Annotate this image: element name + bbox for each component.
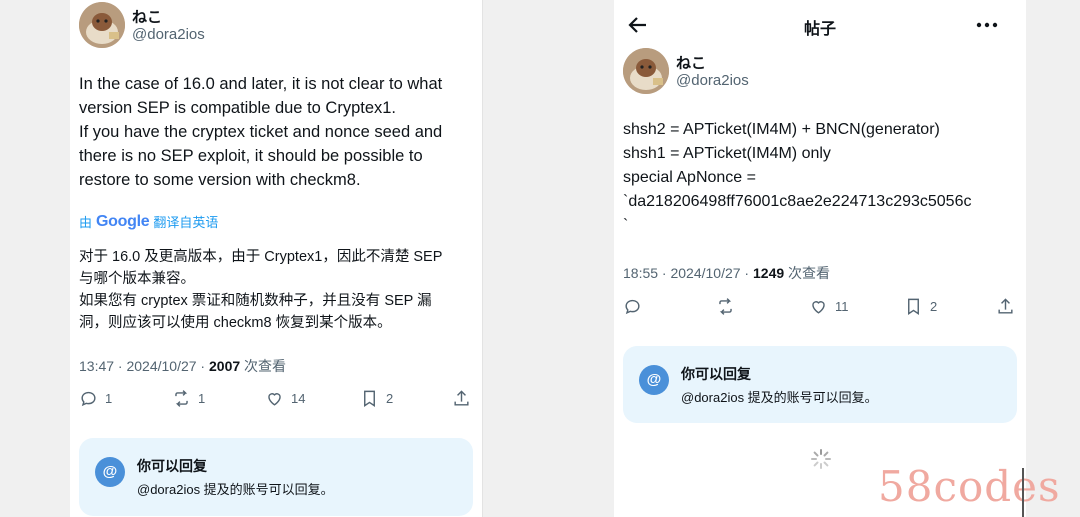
cat-avatar-icon — [623, 48, 669, 94]
like-count: 14 — [291, 391, 306, 406]
watermark: 58codes — [878, 462, 1061, 511]
tweet-timestamp: 13:47 · 2024/10/27 · — [79, 358, 209, 374]
retweet-count: 1 — [198, 391, 206, 406]
like-count: 11 — [835, 299, 849, 314]
avatar[interactable] — [623, 48, 669, 94]
right-tweet-panel: 帖子 ねこ @dora2ios shsh2 = APTicket(IM4M) +… — [614, 0, 1026, 517]
translation-by-label: 由 — [79, 215, 93, 230]
reply-icon — [625, 299, 640, 315]
user-handle[interactable]: @dora2ios — [132, 26, 205, 43]
more-dots-icon — [976, 22, 998, 28]
back-button[interactable] — [626, 13, 650, 37]
translated-text: 对于 16.0 及更高版本，由于 Cryptex1，因此不清楚 SEP 与哪个版… — [79, 249, 443, 331]
retweet-button[interactable] — [716, 297, 742, 316]
google-logo: Google — [96, 212, 150, 230]
share-icon — [454, 390, 469, 406]
share-icon — [998, 298, 1013, 314]
like-button[interactable]: 11 — [809, 297, 849, 316]
arrow-left-icon — [628, 17, 646, 33]
loading-spinner-icon — [811, 449, 831, 469]
view-count: 2007 — [209, 358, 241, 374]
tweet-meta: 13:47 · 2024/10/27 · 2007 次查看 — [79, 356, 286, 376]
tweet-text: In the case of 16.0 and later, it is not… — [79, 75, 443, 189]
mention-icon: @ — [639, 365, 669, 395]
retweet-button[interactable]: 1 — [172, 389, 205, 408]
reply-button[interactable] — [623, 297, 649, 316]
share-button[interactable] — [452, 389, 471, 408]
translation-attribution[interactable]: 由 Google 翻译自英语 — [79, 212, 218, 231]
cat-avatar-icon — [79, 2, 125, 48]
heart-icon — [812, 301, 825, 314]
tweet-timestamp: 18:55 · 2024/10/27 · — [623, 265, 753, 281]
tweet-meta: 18:55 · 2024/10/27 · 1249 次查看 — [623, 263, 830, 283]
bookmark-button[interactable]: 2 — [904, 297, 937, 316]
bookmark-icon — [364, 390, 375, 407]
display-name[interactable]: ねこ — [132, 6, 162, 27]
views-label: 次查看 — [784, 265, 831, 281]
reply-permission-box: @ 你可以回复 @dora2ios 提及的账号可以回复。 — [79, 438, 473, 516]
bookmark-count: 2 — [386, 391, 394, 406]
heart-icon — [268, 393, 281, 406]
reply-count: 1 — [105, 391, 113, 406]
share-button[interactable] — [996, 297, 1015, 316]
reply-button[interactable]: 1 — [79, 389, 112, 408]
bookmark-button[interactable]: 2 — [360, 389, 393, 408]
text-cursor-bar — [1022, 468, 1024, 517]
bookmark-icon — [908, 298, 919, 315]
more-options-button[interactable] — [974, 13, 1000, 37]
retweet-icon — [719, 298, 732, 315]
reply-permission-title: 你可以回复 — [681, 366, 751, 382]
reply-permission-box: @ 你可以回复 @dora2ios 提及的账号可以回复。 — [623, 346, 1017, 423]
display-name[interactable]: ねこ — [676, 52, 706, 73]
retweet-icon — [175, 390, 188, 407]
translation-source-label: 翻译自英语 — [153, 215, 219, 230]
panel-divider — [482, 0, 483, 517]
reply-permission-subtitle: @dora2ios 提及的账号可以回复。 — [681, 390, 878, 405]
reply-permission-title: 你可以回复 — [137, 458, 207, 474]
views-label: 次查看 — [240, 358, 287, 374]
page-title: 帖子 — [804, 21, 837, 38]
like-button[interactable]: 14 — [265, 389, 305, 408]
tweet-text: shsh2 = APTicket(IM4M) + BNCN(generator)… — [623, 121, 972, 234]
user-handle[interactable]: @dora2ios — [676, 72, 749, 89]
view-count: 1249 — [753, 265, 785, 281]
mention-icon: @ — [95, 457, 125, 487]
left-tweet-panel: ねこ @dora2ios In the case of 16.0 and lat… — [70, 0, 482, 517]
avatar[interactable] — [79, 2, 125, 48]
reply-permission-subtitle: @dora2ios 提及的账号可以回复。 — [137, 482, 334, 497]
bookmark-count: 2 — [930, 299, 938, 314]
reply-icon — [81, 391, 96, 407]
